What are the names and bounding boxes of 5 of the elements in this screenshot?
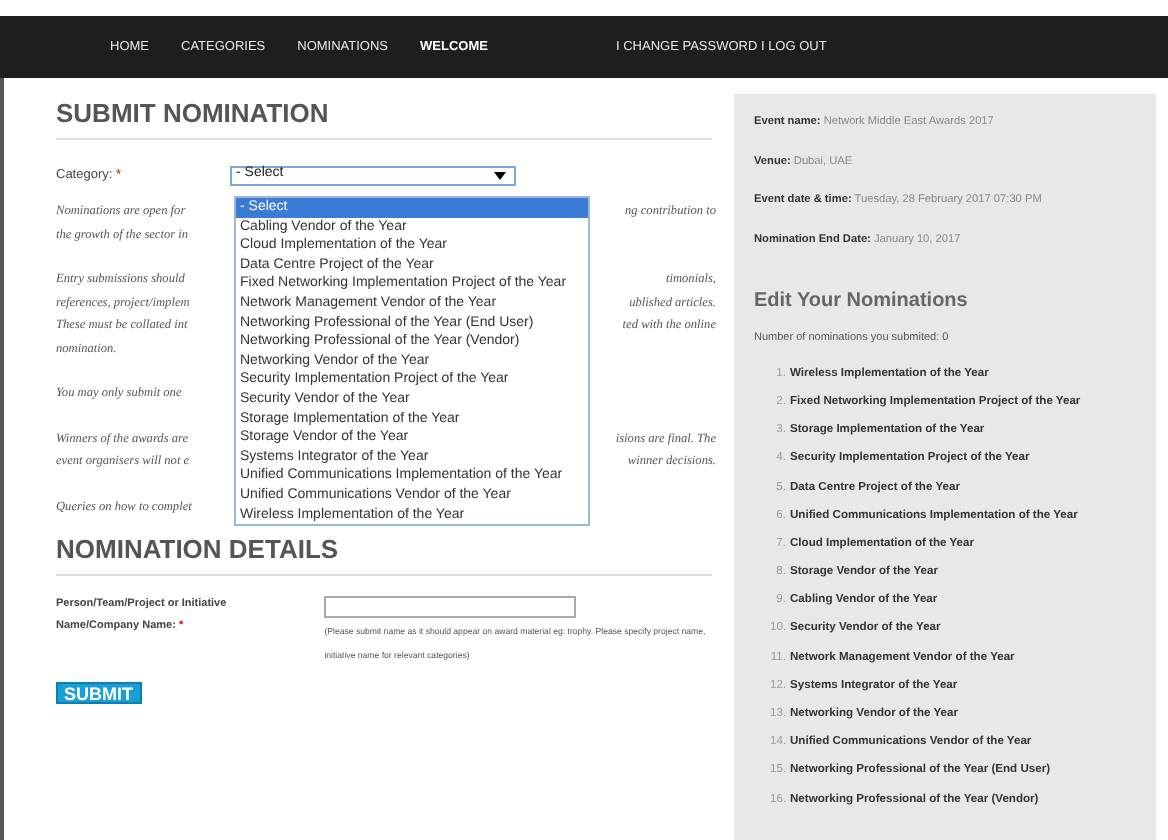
name-input-field[interactable]: [324, 596, 577, 618]
caret-icon: [494, 171, 506, 179]
section-heading: Edit Your Nominations: [754, 289, 970, 314]
section-heading: SUBMIT NOMINATION: [56, 98, 331, 130]
section-heading: NOMINATION DETAILS: [56, 534, 341, 566]
